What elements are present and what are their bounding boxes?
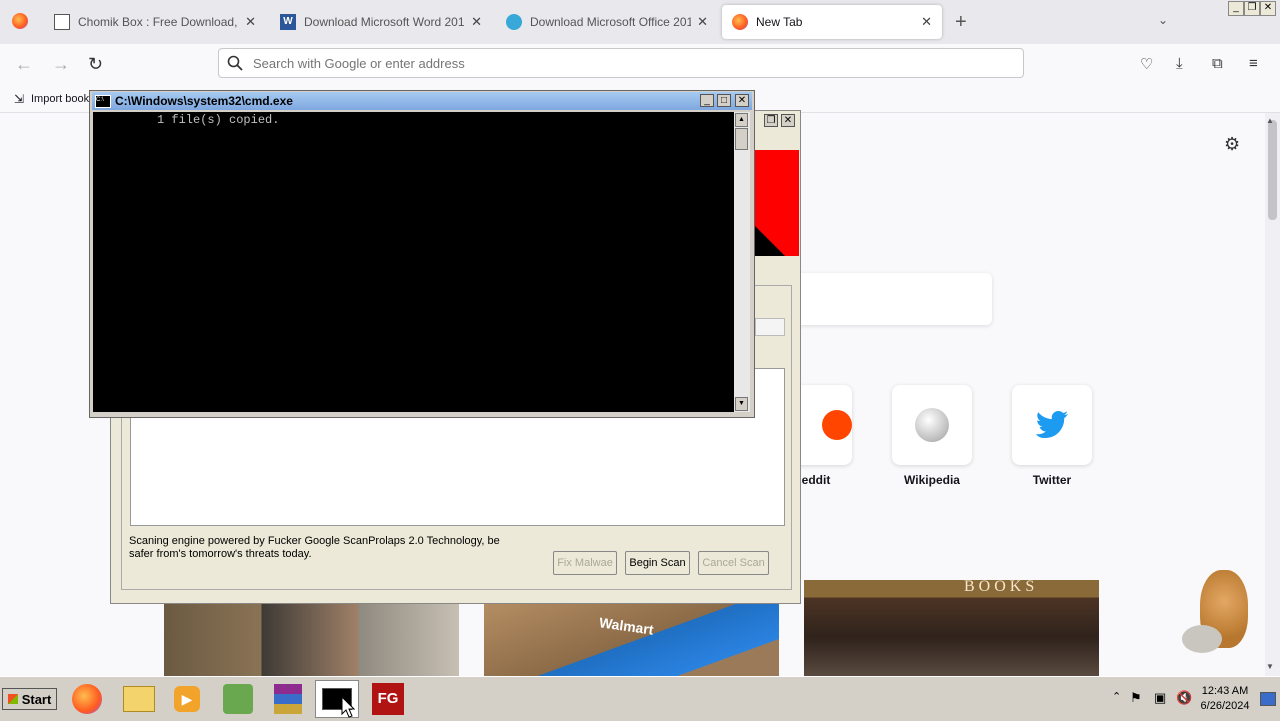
chomikbox-icon: [223, 684, 253, 714]
wikipedia-icon: [915, 408, 949, 442]
chomikbox-favicon: [54, 14, 70, 30]
top-site-label: Wikipedia: [904, 473, 960, 487]
network-icon[interactable]: ▣: [1154, 690, 1166, 706]
folder-icon: [123, 686, 155, 712]
firefox-icon: [72, 684, 102, 714]
firefox-menu-icon[interactable]: [12, 13, 28, 29]
fg-app-icon: FG: [372, 683, 404, 715]
scroll-up-icon[interactable]: ▲: [735, 113, 748, 127]
cmd-title-bar[interactable]: C:\ C:\Windows\system32\cmd.exe: [92, 92, 752, 110]
close-icon[interactable]: ✕: [245, 14, 256, 30]
restore-icon[interactable]: ❐: [1244, 1, 1260, 16]
taskbar-winrar[interactable]: [266, 680, 310, 718]
tab-word-download[interactable]: W Download Microsoft Word 2013 - Crack ✕: [270, 5, 492, 39]
hamster-desktop-pet[interactable]: [1182, 560, 1262, 660]
cmd-title: C:\Windows\system32\cmd.exe: [115, 94, 293, 108]
tab-office-download[interactable]: Download Microsoft Office 2013 Pro ✕: [496, 5, 718, 39]
search-input[interactable]: [251, 54, 955, 72]
close-window-icon[interactable]: ✕: [1260, 1, 1276, 16]
story-caption: Walmart: [598, 614, 655, 638]
close-window-icon[interactable]: ✕: [735, 94, 749, 107]
begin-scan-button[interactable]: Begin Scan: [625, 551, 690, 575]
search-box[interactable]: [790, 273, 992, 325]
mouse-cursor-icon: [341, 696, 355, 718]
close-window-icon[interactable]: ✕: [781, 114, 795, 127]
tab-title: Chomik Box : Free Download, Borrow: [78, 15, 239, 29]
scroll-down-icon[interactable]: ▼: [735, 397, 748, 411]
minimize-icon[interactable]: _: [700, 94, 714, 107]
taskbar-media-player[interactable]: ▶: [165, 680, 209, 718]
winrar-icon: [274, 684, 302, 714]
scanner-banner: [755, 150, 799, 256]
tab-strip: Chomik Box : Free Download, Borrow ✕ W D…: [0, 0, 1280, 44]
address-bar[interactable]: [218, 48, 1024, 78]
taskbar-clock[interactable]: 12:43 AM 6/26/2024: [1190, 684, 1260, 714]
clock-time: 12:43 AM: [1201, 685, 1249, 697]
cmd-scrollbar[interactable]: ▲ ▼: [734, 112, 750, 412]
chevron-up-icon[interactable]: ⌃: [1112, 690, 1121, 703]
cmd-output-text: 1 file(s) copied.: [157, 113, 280, 127]
twitter-icon: [1036, 411, 1068, 438]
maximize-icon[interactable]: □: [717, 94, 731, 107]
taskbar-firefox[interactable]: [65, 680, 109, 718]
minimize-icon[interactable]: _: [1228, 1, 1244, 16]
reddit-icon: [822, 410, 852, 440]
close-icon[interactable]: ✕: [471, 14, 482, 30]
tab-title: New Tab: [756, 15, 803, 29]
pocket-icon[interactable]: ♡: [1140, 55, 1153, 73]
media-player-icon: ▶: [174, 686, 200, 712]
flag-icon[interactable]: ⚑: [1130, 690, 1142, 706]
cancel-scan-button[interactable]: Cancel Scan: [698, 551, 769, 575]
office-favicon: [506, 14, 522, 30]
menu-hamburger-icon[interactable]: ≡: [1249, 55, 1258, 72]
scrollbar-thumb[interactable]: [1268, 120, 1277, 220]
top-site-twitter[interactable]: [1012, 385, 1092, 465]
scanner-footer-text: Scaning engine powered by Fucker Google …: [129, 535, 500, 560]
gear-icon[interactable]: ⚙: [1224, 134, 1240, 155]
start-label: Start: [21, 691, 52, 707]
story-image-bookstore[interactable]: BOOKS: [804, 580, 1099, 676]
top-site-label: Twitter: [1032, 473, 1072, 487]
scanner-progress-field: [755, 318, 785, 336]
story-caption: BOOKS: [964, 580, 1039, 595]
scrollbar-thumb[interactable]: [735, 128, 748, 150]
chevron-down-icon[interactable]: ⌄: [1158, 13, 1168, 27]
reload-icon[interactable]: ↻: [88, 54, 103, 75]
taskbar-chomikbox[interactable]: [216, 680, 260, 718]
new-tab-plus-icon[interactable]: +: [955, 11, 967, 34]
clock-date: 6/26/2024: [1200, 700, 1250, 712]
windows-logo-icon: [7, 694, 18, 704]
scroll-down-icon[interactable]: ▼: [1266, 662, 1274, 671]
forward-arrow-icon[interactable]: →: [52, 54, 70, 75]
cmd-icon: C:\: [95, 94, 111, 108]
taskbar-file-explorer[interactable]: [117, 680, 161, 718]
download-icon[interactable]: ⤓: [1176, 55, 1183, 72]
import-icon: ⇲: [14, 92, 25, 106]
tab-title: Download Microsoft Office 2013 Pro: [530, 15, 692, 29]
close-icon[interactable]: ✕: [921, 14, 932, 30]
word-favicon: W: [280, 14, 296, 30]
restore-icon[interactable]: ❐: [764, 114, 778, 127]
back-arrow-icon[interactable]: ←: [15, 54, 33, 75]
scroll-up-icon[interactable]: ▲: [1266, 116, 1274, 125]
top-site-wikipedia[interactable]: [892, 385, 972, 465]
tab-new-tab[interactable]: New Tab ✕: [722, 5, 942, 39]
taskbar-fg-app[interactable]: FG: [366, 680, 410, 718]
import-bookmarks-link[interactable]: Import book: [31, 93, 89, 105]
extensions-icon[interactable]: ⧉: [1212, 55, 1223, 72]
tab-title: Download Microsoft Word 2013 - Crack: [304, 15, 465, 29]
tab-chomikbox[interactable]: Chomik Box : Free Download, Borrow ✕: [44, 5, 266, 39]
close-icon[interactable]: ✕: [697, 14, 708, 30]
cmd-console[interactable]: [93, 112, 734, 412]
firefox-favicon: [732, 14, 748, 30]
show-desktop-icon[interactable]: [1260, 692, 1276, 706]
search-icon: [227, 55, 243, 71]
fix-malware-button[interactable]: Fix Malwae: [553, 551, 617, 575]
start-button[interactable]: Start: [2, 688, 57, 710]
